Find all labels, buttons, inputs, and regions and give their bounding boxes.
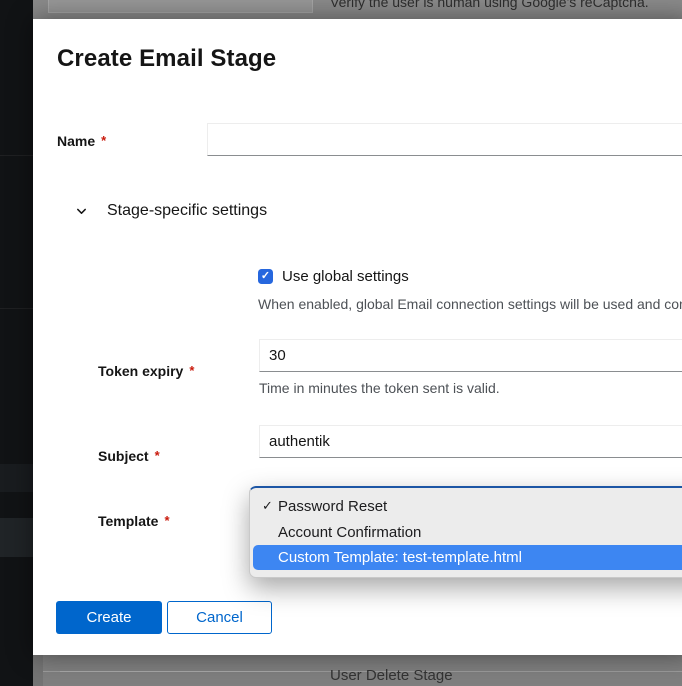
chevron-down-icon[interactable] [73,203,89,219]
dropdown-option-account-confirmation[interactable]: Account Confirmation [250,519,682,545]
app-sidebar [0,0,33,686]
required-asterisk: * [189,363,194,378]
template-label: Template* [98,513,170,529]
modal-backdrop-bottom: User Delete Stage [33,655,682,686]
subject-input[interactable] [259,425,682,458]
name-input[interactable] [207,123,682,156]
sidebar-item-shade [0,464,33,492]
dropdown-option-password-reset[interactable]: ✓ Password Reset [250,493,682,519]
use-global-settings-label[interactable]: Use global settings [282,268,409,285]
background-table-column-edge [33,655,43,686]
sidebar-item-shade [0,518,33,557]
template-select-dropdown: ✓ Password Reset Account Confirmation Cu… [249,486,682,578]
sidebar-divider [0,308,33,309]
use-global-settings-help: When enabled, global Email connection se… [258,296,682,312]
background-table-cell [48,0,313,13]
screen: Verify the user is human using Google's … [0,0,682,686]
background-table-cell-border [60,671,310,672]
subject-label: Subject* [98,448,160,464]
background-recaptcha-text: Verify the user is human using Google's … [330,0,649,10]
modal-title: Create Email Stage [57,45,276,73]
create-button[interactable]: Create [56,601,162,634]
required-asterisk: * [155,448,160,463]
checkmark-icon: ✓ [261,271,270,282]
group-title: Stage-specific settings [107,202,267,220]
dropdown-option-custom-template[interactable]: Custom Template: test-template.html [253,545,682,570]
stage-specific-settings-toggle[interactable]: Stage-specific settings [73,200,267,222]
checkbox-checked[interactable]: ✓ [258,269,273,284]
name-label: Name* [57,133,106,149]
selected-checkmark-icon: ✓ [262,498,273,514]
token-expiry-input[interactable] [259,339,682,372]
use-global-settings-row: ✓ Use global settings [258,268,409,285]
background-row-text: User Delete Stage [330,667,453,684]
cancel-button[interactable]: Cancel [167,601,272,634]
token-expiry-help: Time in minutes the token sent is valid. [259,380,500,396]
required-asterisk: * [164,513,169,528]
required-asterisk: * [101,133,106,148]
sidebar-divider [0,155,33,156]
modal-backdrop-top: Verify the user is human using Google's … [33,0,682,19]
token-expiry-label: Token expiry* [98,363,194,379]
